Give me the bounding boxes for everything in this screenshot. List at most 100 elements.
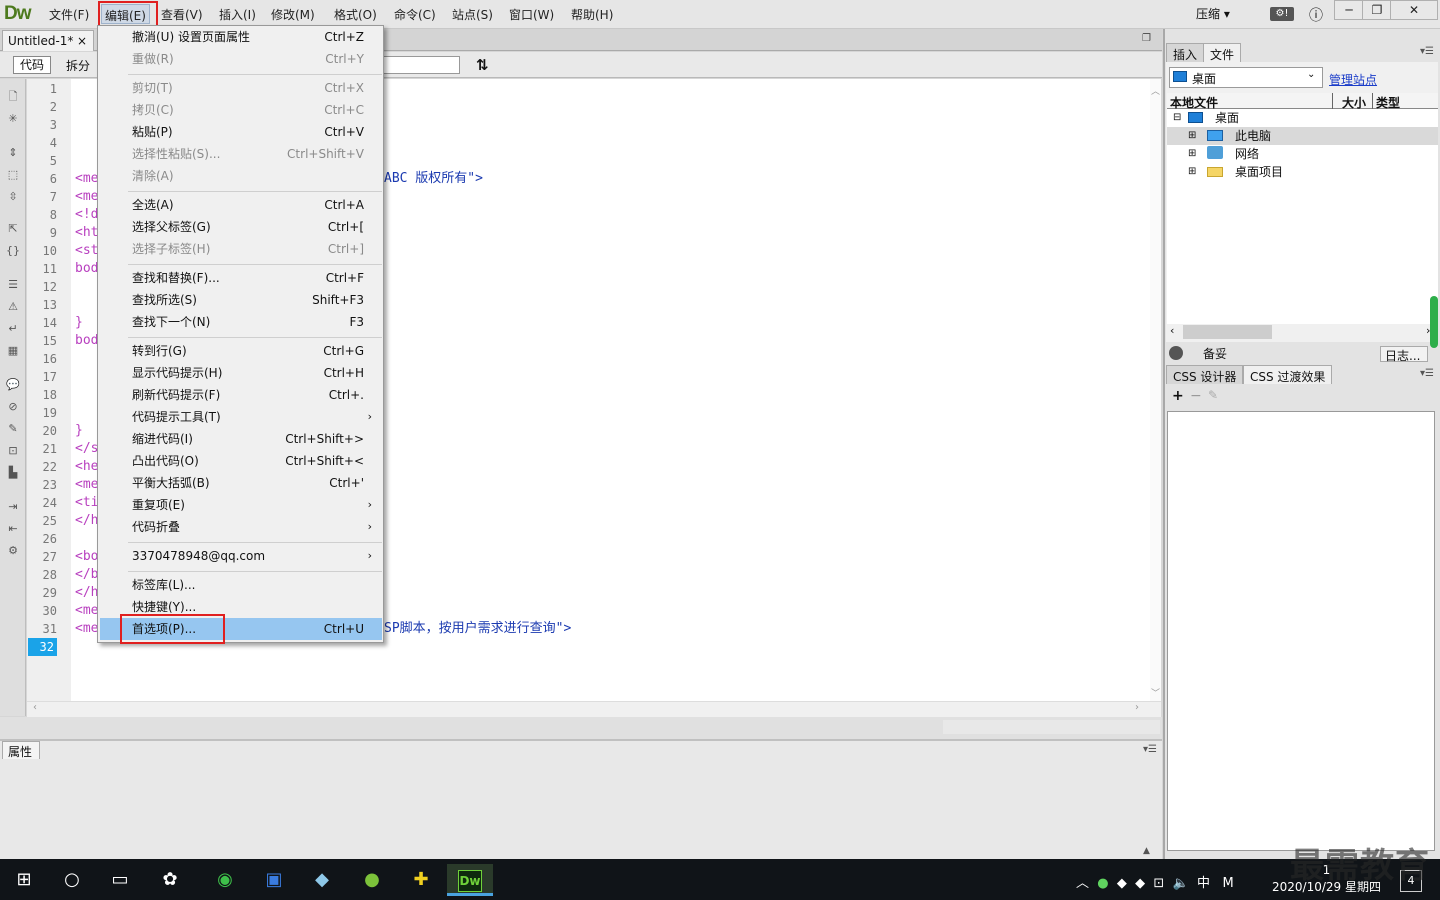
scroll-thumb[interactable] [943,720,1160,734]
menu-modify[interactable]: 修改(M) [271,6,315,23]
remove-comment-icon[interactable]: ⊘ [5,400,21,414]
collapse-icon[interactable]: ⊟ [1173,112,1181,123]
volume-icon[interactable]: 🔈 [1173,876,1189,891]
menu-file[interactable]: 文件(F) [49,6,89,23]
ime-mode[interactable]: M [1222,876,1233,891]
side-scroll-handle[interactable] [1430,296,1438,348]
scroll-right-icon[interactable]: › [1135,702,1139,713]
menu-item-paste[interactable]: 粘贴(P) Ctrl+V [132,121,372,143]
split-view-button[interactable]: 拆分 [66,57,90,74]
menu-item-redo[interactable]: 重做(R) Ctrl+Y [132,48,372,70]
scroll-down-icon[interactable]: ﹀ [1151,686,1160,699]
menu-item-find-selection[interactable]: 查找所选(S) Shift+F3 [132,289,372,311]
menu-item-undo[interactable]: 撤消(U) 设置页面属性 Ctrl+Z [132,26,372,48]
highlight-invalid-icon[interactable]: ⚠ [5,300,21,314]
tab-insert[interactable]: 插入 [1166,43,1205,62]
file-management-icon[interactable]: ✳ [5,112,21,126]
collapse-selection-icon[interactable]: ⬚ [5,168,21,182]
menu-item-select-child[interactable]: 选择子标签(H) Ctrl+] [132,238,372,260]
format-source-icon[interactable]: ⚙ [5,544,21,558]
menu-item-outdent-code[interactable]: 凸出代码(O) Ctrl+Shift+< [132,450,372,472]
outdent-code-icon[interactable]: ⇤ [5,522,21,536]
scroll-up-icon[interactable]: ︿ [1151,84,1160,97]
task-view-icon[interactable]: ▭ [100,864,140,896]
word-wrap-icon[interactable]: ↵ [5,322,21,336]
menu-item-show-code-hints[interactable]: 显示代码提示(H) Ctrl+H [132,362,372,384]
restore-button[interactable]: ❐ [1362,0,1392,20]
menu-item-repeating-entries[interactable]: 重复项(E) › [132,494,372,516]
network-icon[interactable]: ⊡ [1153,876,1164,891]
scroll-left-icon[interactable]: ‹ [1170,324,1174,337]
log-button[interactable]: 日志... [1380,346,1428,363]
menu-insert[interactable]: 插入(I) [219,6,256,23]
menu-item-paste-special[interactable]: 选择性粘贴(S)... Ctrl+Shift+V [132,143,372,165]
menu-item-tag-libraries[interactable]: 标签库(L)... [132,574,372,596]
document-tab[interactable]: Untitled-1* × [2,30,94,51]
remove-transition-icon[interactable]: − [1190,388,1202,404]
wps-writer-icon[interactable]: ▣ [254,864,294,896]
info-icon[interactable]: ⓘ [1309,5,1323,25]
manage-sites-link[interactable]: 管理站点 [1329,71,1377,88]
menu-item-refresh-code-hints[interactable]: 刷新代码提示(F) Ctrl+. [132,384,372,406]
menu-item-go-to-line[interactable]: 转到行(G) Ctrl+G [132,340,372,362]
menu-item-code-collapse[interactable]: 代码折叠 › [132,516,372,538]
recent-snippets-icon[interactable]: ⊡ [5,444,21,458]
menu-item-clear[interactable]: 清除(A) [132,165,372,187]
expand-panel-icon[interactable]: ▲ [1143,846,1150,856]
menu-item-select-all[interactable]: 全选(A) Ctrl+A [132,194,372,216]
windows-start-icon[interactable]: ⊞ [4,864,44,896]
scroll-left-icon[interactable]: ‹ [33,702,37,713]
search-icon[interactable]: ○ [52,864,92,896]
select-parent-tag-icon[interactable]: ⇱ [5,222,21,236]
editor-vertical-scrollbar[interactable] [1150,79,1161,701]
minimize-button[interactable]: ─ [1334,0,1364,20]
plus-app-icon[interactable]: ✚ [401,864,441,896]
browser-icon[interactable]: ◉ [205,864,245,896]
gear-icon[interactable]: ⚙! [1270,7,1294,21]
css-panel-menu-icon[interactable]: ▾☰ [1420,368,1434,379]
indent-code-icon[interactable]: ⇥ [5,500,21,514]
panel-menu-icon[interactable]: ▾☰ [1143,744,1157,755]
menu-commands[interactable]: 命令(C) [394,6,436,23]
menu-format[interactable]: 格式(O) [334,6,377,23]
sort-icon[interactable]: ⇅ [476,56,489,74]
menu-item-select-parent-tag[interactable]: 选择父标签(G) Ctrl+[ [132,216,372,238]
app-icon-pinwheel[interactable]: ✿ [150,864,190,896]
close-window-button[interactable]: ✕ [1390,0,1438,20]
move-css-icon[interactable]: ▙ [5,466,21,480]
menu-item-indent-code[interactable]: 缩进代码(I) Ctrl+Shift+> [132,428,372,450]
expand-icon[interactable]: ⊞ [1188,130,1196,141]
restore-doc-icon[interactable]: ❐ [1142,33,1151,44]
menu-window[interactable]: 窗口(W) [509,6,554,23]
editor-horizontal-scrollbar[interactable] [27,701,1161,717]
menu-item-code-hint-tools[interactable]: 代码提示工具(T) › [132,406,372,428]
tab-files[interactable]: 文件 [1203,43,1242,62]
close-tab-icon[interactable]: × [77,34,87,48]
line-numbers-icon[interactable]: ☰ [5,278,21,292]
code-view-button[interactable]: 代码 [13,56,52,74]
files-panel-menu-icon[interactable]: ▾☰ [1420,46,1434,57]
menu-item-find-next[interactable]: 查找下一个(N) F3 [132,311,372,333]
tree-item-this-pc[interactable]: 此电脑 [1235,127,1271,145]
notes-app-icon[interactable]: ◆ [302,864,342,896]
menu-help[interactable]: 帮助(H) [571,6,613,23]
syntax-coloring-icon[interactable]: ▦ [5,344,21,358]
properties-tab[interactable]: 属性 [2,741,40,759]
ime-indicator[interactable]: 中 [1197,876,1210,891]
add-transition-icon[interactable]: + [1172,388,1184,404]
chevron-down-icon[interactable]: ⌄ [1307,69,1315,80]
menu-view[interactable]: 查看(V) [161,6,203,23]
dreamweaver-task-icon[interactable]: Dw [447,864,493,896]
menu-site[interactable]: 站点(S) [452,6,493,23]
edit-transition-icon[interactable]: ✎ [1208,388,1218,402]
expand-all-icon[interactable]: ⇳ [5,190,21,204]
workspace-compress[interactable]: 压缩 ▾ [1196,5,1230,22]
qq-icon[interactable]: ◆ [1135,876,1145,891]
tree-item-desktop-items[interactable]: 桌面项目 [1235,163,1283,181]
tab-css-designer[interactable]: CSS 设计器 [1166,365,1244,384]
expand-icon[interactable]: ⊞ [1188,148,1196,159]
open-documents-icon[interactable]: 🗋 [5,90,21,104]
qq-icon[interactable]: ◆ [1117,876,1127,891]
menu-item-cut[interactable]: 剪切(T) Ctrl+X [132,77,372,99]
wrap-tag-icon[interactable]: ✎ [5,422,21,436]
